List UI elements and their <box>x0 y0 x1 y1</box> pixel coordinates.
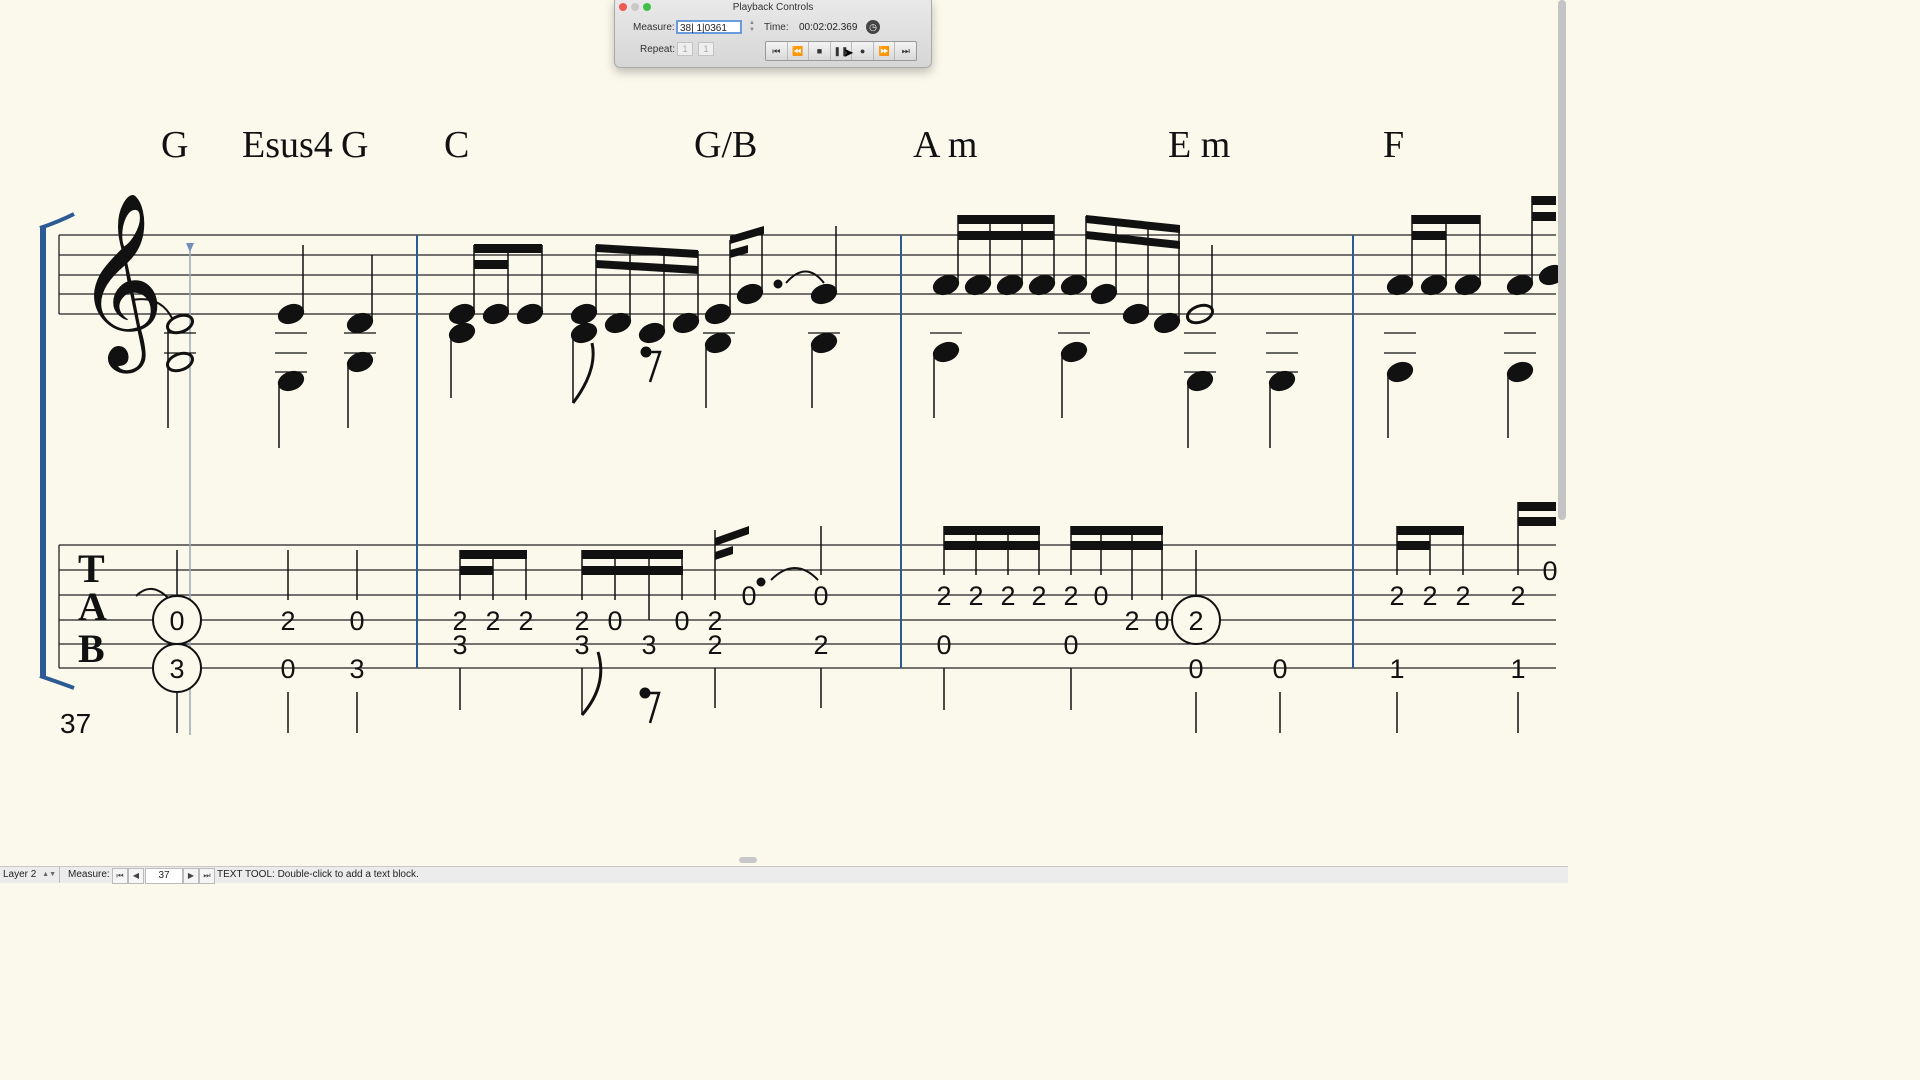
repeat-from-field[interactable]: 1 <box>677 42 693 56</box>
tab-fret-number[interactable]: 0 <box>1063 630 1078 660</box>
measure-nav-label: Measure: <box>68 869 110 880</box>
tab-numbers[interactable]: 0 3 2 0 0 3 2 2 2 3 2 0 3 0 3 2 2 0 0 2 … <box>152 556 1558 693</box>
tab-fret-number[interactable]: 2 <box>1389 581 1404 611</box>
tab-fret-number[interactable]: 3 <box>452 630 467 660</box>
tab-fret-number[interactable]: 0 <box>169 606 184 636</box>
tab-fret-number[interactable]: 3 <box>574 630 589 660</box>
tab-fret-number[interactable]: 2 <box>1510 581 1525 611</box>
tab-fret-number[interactable]: 0 <box>280 654 295 684</box>
chevron-updown-icon: ▲▼ <box>42 871 56 878</box>
layer-select[interactable]: Layer 2 ▲▼ <box>0 867 60 883</box>
measure-stepper[interactable]: ▲ ▼ <box>749 20 755 34</box>
first-measure-button[interactable]: ⏮ <box>112 868 128 884</box>
tab-fret-number[interactable]: 2 <box>485 606 500 636</box>
notes-measure-39[interactable] <box>930 215 1298 448</box>
repeat-label: Repeat: <box>640 44 676 55</box>
playback-controls-panel: Playback Controls Measure: 38| 1|0361 ▲ ▼… <box>614 0 932 68</box>
stop-button[interactable]: ■ <box>809 42 831 60</box>
tab-fret-number[interactable]: 0 <box>1188 654 1203 684</box>
tab-letter-b: B <box>78 626 105 671</box>
tab-fret-number[interactable]: 2 <box>1063 581 1078 611</box>
tab-fret-number[interactable]: 2 <box>968 581 983 611</box>
next-measure-button[interactable]: ▶ <box>183 868 199 884</box>
tab-fret-number[interactable]: 0 <box>1272 654 1287 684</box>
rewind-button[interactable]: ⏪ <box>788 42 810 60</box>
tab-fret-number[interactable]: 2 <box>518 606 533 636</box>
tab-fret-number[interactable]: 0 <box>349 606 364 636</box>
vertical-scrollbar[interactable] <box>1558 0 1566 520</box>
tab-fret-number[interactable]: 2 <box>1422 581 1437 611</box>
measure-number-field[interactable]: 37 <box>145 868 183 884</box>
measure-label: Measure: <box>633 22 675 33</box>
tab-fret-number[interactable]: 3 <box>641 630 656 660</box>
layer-select-value: Layer 2 <box>3 869 37 880</box>
chord-symbol[interactable]: F <box>1383 124 1404 166</box>
chord-symbol[interactable]: C <box>444 124 469 166</box>
tab-fret-number[interactable]: 2 <box>707 630 722 660</box>
tab-fret-number[interactable]: 0 <box>674 606 689 636</box>
tab-fret-number[interactable]: 0 <box>607 606 622 636</box>
tab-fret-number[interactable]: 0 <box>1542 556 1557 586</box>
rewind-to-start-button[interactable]: ⏮ <box>766 42 788 60</box>
fast-forward-button[interactable]: ⏩ <box>874 42 896 60</box>
time-label: Time: <box>764 22 789 33</box>
tab-fret-number[interactable]: 1 <box>1510 654 1525 684</box>
notes-measure-40[interactable] <box>1384 196 1567 438</box>
tab-fret-number[interactable]: 3 <box>169 654 184 684</box>
transport-controls: ⏮ ⏪ ■ ❚❚ ● ⏩ ⏭ <box>765 41 917 61</box>
chord-symbol[interactable]: G <box>161 124 188 166</box>
tab-fret-number[interactable]: 0 <box>936 630 951 660</box>
tab-fret-number[interactable]: 2 <box>1188 606 1203 636</box>
tab-fret-number[interactable]: 0 <box>1154 606 1169 636</box>
standard-staff <box>58 234 1556 315</box>
score-page[interactable]: G Esus4 G C G/B A m E m F 𝄞 T A B 0 3 2 … <box>0 0 1568 860</box>
record-button[interactable]: ● <box>852 42 874 60</box>
tab-fret-number[interactable]: 2 <box>1455 581 1470 611</box>
fast-forward-to-end-button[interactable]: ⏭ <box>895 42 916 60</box>
tab-fret-number[interactable]: 2 <box>813 630 828 660</box>
previous-measure-button[interactable]: ◀ <box>128 868 144 884</box>
mouse-pointer-icon: ➤ <box>843 45 854 60</box>
measure-position-input[interactable]: 38| 1|0361 <box>676 20 742 34</box>
tab-fret-number[interactable]: 0 <box>1093 581 1108 611</box>
time-value: 00:02:02.369 <box>799 22 858 33</box>
chord-symbol[interactable]: Esus4 <box>242 124 333 166</box>
status-bar: Layer 2 ▲▼ Measure: ⏮ ◀ 37 ▶ ⏭ TEXT TOOL… <box>0 866 1568 884</box>
repeat-to-field[interactable]: 1 <box>698 42 714 56</box>
tab-fret-number[interactable]: 2 <box>1000 581 1015 611</box>
notes-measure-38[interactable] <box>447 226 840 408</box>
zoom-window-button[interactable] <box>643 3 651 11</box>
tab-fret-number[interactable]: 2 <box>280 606 295 636</box>
tab-fret-number[interactable]: 2 <box>1124 606 1139 636</box>
chord-symbol[interactable]: G/B <box>694 124 757 166</box>
tab-fret-number[interactable]: 2 <box>936 581 951 611</box>
chord-symbol[interactable]: E m <box>1168 124 1230 166</box>
resize-handle[interactable] <box>739 857 757 863</box>
treble-clef: 𝄞 <box>76 192 165 374</box>
tab-fret-number[interactable]: 1 <box>1389 654 1404 684</box>
tab-letter-a: A <box>78 584 107 629</box>
chord-symbol[interactable]: A m <box>913 124 977 166</box>
measure-number: 37 <box>60 708 91 739</box>
panel-title: Playback Controls <box>732 2 814 13</box>
tab-fret-number[interactable]: 3 <box>349 654 364 684</box>
status-message: TEXT TOOL: Double-click to add a text bl… <box>217 869 419 880</box>
tab-fret-number[interactable]: 0 <box>813 581 828 611</box>
chord-symbol[interactable]: G <box>341 124 368 166</box>
minimize-window-button[interactable] <box>631 3 639 11</box>
last-measure-button[interactable]: ⏭ <box>199 868 215 884</box>
system-bracket <box>39 212 75 690</box>
close-window-button[interactable] <box>619 3 627 11</box>
clock-icon[interactable]: ◷ <box>866 20 880 34</box>
panel-titlebar[interactable]: Playback Controls <box>615 0 931 15</box>
tab-fret-number[interactable]: 2 <box>1031 581 1046 611</box>
tab-fret-number[interactable]: 0 <box>741 581 756 611</box>
